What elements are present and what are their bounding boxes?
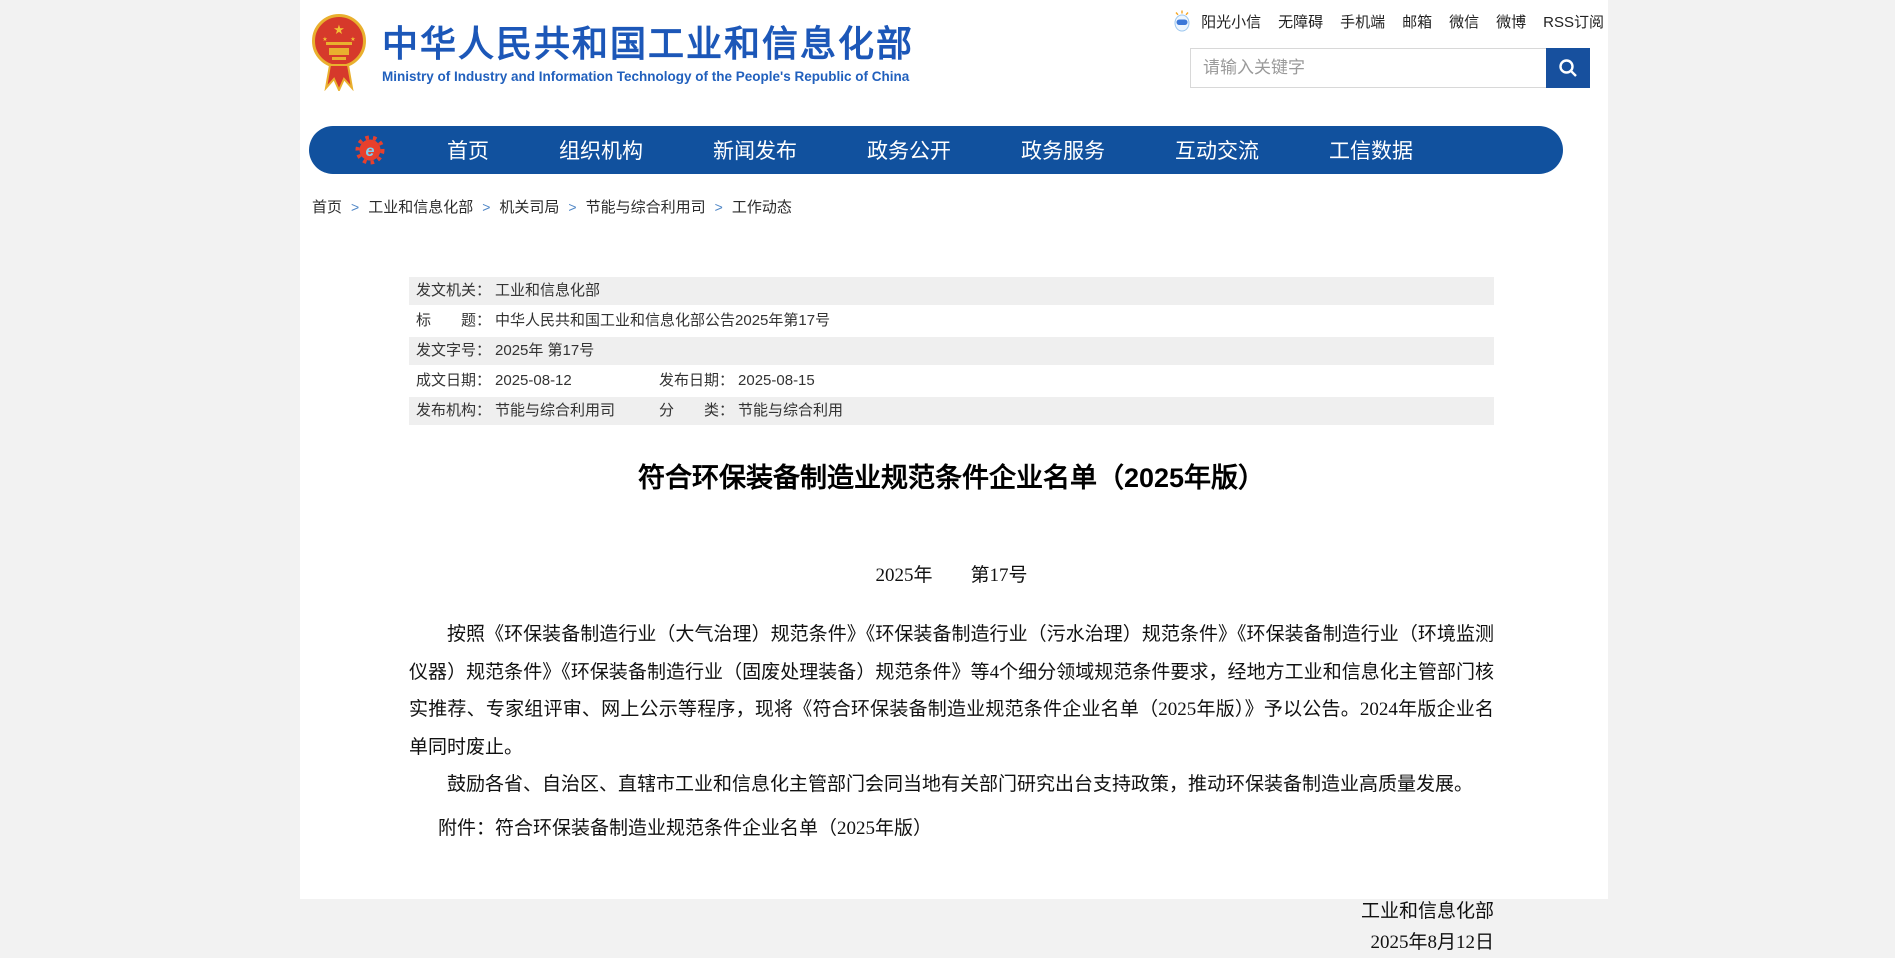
miit-gear-logo-icon: e	[355, 135, 385, 165]
document-meta-table: 发文机关：工业和信息化部 标 题：中华人民共和国工业和信息化部公告2025年第1…	[409, 277, 1494, 425]
breadcrumb-separator: >	[351, 199, 359, 215]
search-input[interactable]	[1190, 48, 1546, 88]
meta-row-dates: 成文日期：2025-08-12 发布日期：2025-08-15	[409, 367, 1494, 395]
meta-row-publisher: 发布机构：节能与综合利用司 分 类：节能与综合利用	[409, 397, 1494, 425]
nav-item-news[interactable]: 新闻发布	[713, 135, 797, 165]
nav-item-organization[interactable]: 组织机构	[559, 135, 643, 165]
document-number-line: 2025年 第17号	[409, 563, 1494, 588]
nav-item-gov-services[interactable]: 政务服务	[1021, 135, 1105, 165]
link-wechat[interactable]: 微信	[1449, 11, 1479, 32]
meta-value: 工业和信息化部	[495, 282, 600, 299]
svg-text:e: e	[366, 143, 375, 160]
meta-label: 发布日期：	[659, 372, 734, 389]
main-navbar: e 首页 组织机构 新闻发布 政务公开 政务服务 互动交流 工信数据	[309, 126, 1563, 174]
meta-value: 2025年 第17号	[495, 342, 594, 359]
nav-item-interaction[interactable]: 互动交流	[1175, 135, 1259, 165]
document-main: 发文机关：工业和信息化部 标 题：中华人民共和国工业和信息化部公告2025年第1…	[409, 277, 1494, 958]
body-paragraph-1: 按照《环保装备制造行业（大气治理）规范条件》《环保装备制造行业（污水治理）规范条…	[409, 616, 1494, 766]
signature-org: 工业和信息化部	[409, 896, 1494, 927]
link-mobile[interactable]: 手机端	[1340, 11, 1385, 32]
meta-col2: 发布日期：2025-08-15	[659, 367, 815, 395]
meta-col2: 分 类：节能与综合利用	[659, 397, 843, 425]
site-logo-block: ★ ★ ★ 中华人民共和国工业和信息化部 Ministry of Industr…	[311, 13, 914, 91]
signature-block: 工业和信息化部 2025年8月12日	[409, 896, 1494, 958]
document-body: 按照《环保装备制造行业（大气治理）规范条件》《环保装备制造行业（污水治理）规范条…	[409, 616, 1494, 804]
nav-item-gov-disclosure[interactable]: 政务公开	[867, 135, 951, 165]
breadcrumb-home[interactable]: 首页	[312, 196, 342, 217]
meta-value: 节能与综合利用	[738, 402, 843, 419]
nav-items: 首页 组织机构 新闻发布 政务公开 政务服务 互动交流 工信数据	[447, 135, 1413, 165]
nav-item-data[interactable]: 工信数据	[1329, 135, 1413, 165]
svg-text:★: ★	[333, 22, 345, 37]
national-emblem-icon: ★ ★ ★	[311, 13, 367, 91]
site-title-cn: 中华人民共和国工业和信息化部	[382, 24, 914, 64]
link-mailbox[interactable]: 邮箱	[1402, 11, 1432, 32]
sunshine-bot-icon	[1172, 10, 1192, 32]
site-title-en: Ministry of Industry and Information Tec…	[382, 69, 914, 84]
search-bar	[1190, 48, 1590, 88]
breadcrumb-energy-dept[interactable]: 节能与综合利用司	[586, 196, 706, 217]
link-rss[interactable]: RSS订阅	[1543, 11, 1604, 32]
link-accessibility[interactable]: 无障碍	[1278, 11, 1323, 32]
breadcrumb-separator: >	[482, 199, 490, 215]
breadcrumb: 首页 > 工业和信息化部 > 机关司局 > 节能与综合利用司 > 工作动态	[312, 196, 792, 217]
nav-item-home[interactable]: 首页	[447, 135, 489, 165]
meta-label: 标 题：	[416, 312, 491, 329]
meta-label: 分 类：	[659, 402, 734, 419]
body-paragraph-2: 鼓励各省、自治区、直辖市工业和信息化主管部门会同当地有关部门研究出台支持政策，推…	[409, 766, 1494, 804]
meta-value: 中华人民共和国工业和信息化部公告2025年第17号	[495, 312, 830, 329]
link-weibo[interactable]: 微博	[1496, 11, 1526, 32]
meta-label: 成文日期：	[416, 372, 491, 389]
top-utility-links: 阳光小信 无障碍 手机端 邮箱 微信 微博 RSS订阅	[1172, 9, 1604, 33]
breadcrumb-departments[interactable]: 机关司局	[499, 196, 559, 217]
meta-label: 发布机构：	[416, 402, 491, 419]
breadcrumb-miit[interactable]: 工业和信息化部	[368, 196, 473, 217]
meta-value: 2025-08-12	[495, 372, 572, 389]
meta-label: 发文字号：	[416, 342, 491, 359]
page-container: ★ ★ ★ 中华人民共和国工业和信息化部 Ministry of Industr…	[300, 0, 1608, 899]
meta-value: 2025-08-15	[738, 372, 815, 389]
meta-row-doc-number: 发文字号：2025年 第17号	[409, 337, 1494, 365]
link-sunshine-xiaoxin[interactable]: 阳光小信	[1201, 11, 1261, 32]
search-button[interactable]	[1546, 48, 1590, 88]
signature-date: 2025年8月12日	[409, 927, 1494, 958]
meta-row-issuing-agency: 发文机关：工业和信息化部	[409, 277, 1494, 305]
meta-row-title: 标 题：中华人民共和国工业和信息化部公告2025年第17号	[409, 307, 1494, 335]
breadcrumb-work-updates[interactable]: 工作动态	[732, 196, 792, 217]
meta-label: 发文机关：	[416, 282, 491, 299]
svg-text:★: ★	[322, 36, 327, 43]
document-title: 符合环保装备制造业规范条件企业名单（2025年版）	[409, 461, 1494, 495]
meta-value: 节能与综合利用司	[495, 402, 615, 419]
search-icon	[1557, 57, 1579, 79]
site-title-wrap: 中华人民共和国工业和信息化部 Ministry of Industry and …	[382, 13, 914, 84]
svg-text:★: ★	[350, 36, 355, 43]
attachment-link[interactable]: 附件：符合环保装备制造业规范条件企业名单（2025年版）	[438, 816, 932, 841]
breadcrumb-separator: >	[715, 199, 723, 215]
breadcrumb-separator: >	[568, 199, 576, 215]
